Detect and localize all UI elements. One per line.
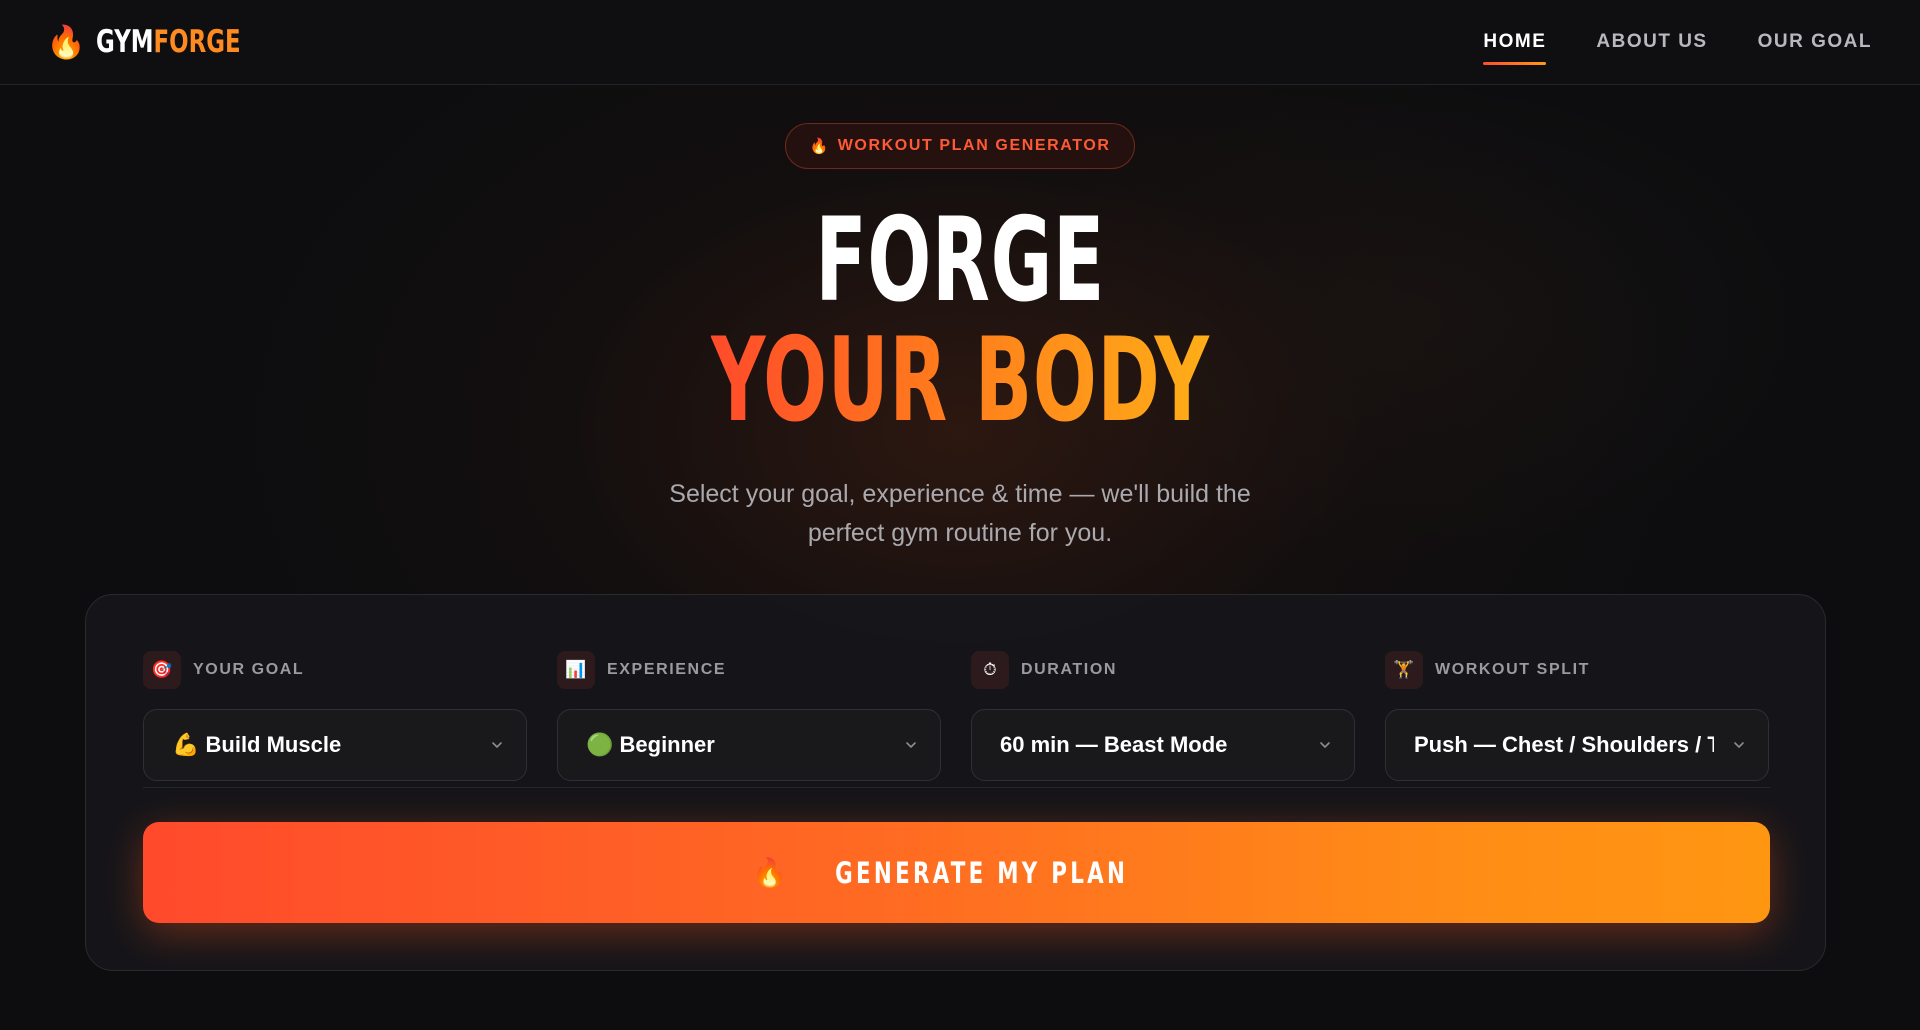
duration-select-value: 60 min — Beast Mode: [1000, 732, 1228, 757]
stopwatch-icon: ⏱: [971, 651, 1009, 689]
nav-links: HOME ABOUT US OUR GOAL: [1483, 0, 1872, 85]
chevron-down-icon: [906, 742, 916, 748]
goal-select[interactable]: 💪 Build Muscle: [143, 709, 527, 781]
weightlifter-icon: 🏋: [1385, 651, 1423, 689]
field-workout-split: 🏋 WORKOUT SPLIT Push — Chest / Shoulders…: [1385, 651, 1769, 781]
field-experience: 📊 EXPERIENCE 🟢 Beginner: [557, 651, 941, 781]
flame-icon: 🔥: [752, 857, 788, 888]
generate-plan-button[interactable]: 🔥 GENERATE MY PLAN: [143, 822, 1770, 923]
logo[interactable]: 🔥 GYMFORGE: [46, 24, 272, 60]
hero-title: FORGE YOUR BODY: [0, 169, 1920, 439]
field-label-experience: 📊 EXPERIENCE: [557, 651, 941, 689]
generate-plan-label: GENERATE MY PLAN: [835, 855, 1129, 890]
nav-link-about-us[interactable]: ABOUT US: [1596, 0, 1707, 85]
nav-link-our-goal[interactable]: OUR GOAL: [1758, 0, 1872, 85]
hero-subtitle: Select your goal, experience & time — we…: [669, 480, 1251, 547]
field-label-text: EXPERIENCE: [607, 661, 727, 678]
flame-icon: 🔥: [46, 24, 86, 60]
chevron-down-icon: [1734, 742, 1744, 748]
chart-icon: 📊: [557, 651, 595, 689]
page: 🔥 GYMFORGE HOME ABOUT US OUR GOAL 🔥 WORK…: [0, 0, 1920, 1030]
nav-link-home[interactable]: HOME: [1483, 0, 1547, 85]
logo-text-forge: FORGE: [153, 24, 241, 60]
field-label-text: YOUR GOAL: [193, 661, 305, 678]
goal-select-value: 💪 Build Muscle: [172, 732, 342, 757]
field-goal: 🎯 YOUR GOAL 💪 Build Muscle: [143, 651, 527, 781]
form-fields: 🎯 YOUR GOAL 💪 Build Muscle 📊 EXPERIENCE …: [143, 651, 1769, 781]
experience-select-value: 🟢 Beginner: [586, 732, 715, 757]
workout-split-select[interactable]: Push — Chest / Shoulders / Triceps: [1385, 709, 1769, 781]
field-label-workout-split: 🏋 WORKOUT SPLIT: [1385, 651, 1769, 689]
flame-icon: 🔥: [809, 138, 830, 155]
chevron-down-icon: [492, 742, 502, 748]
form-divider: [143, 787, 1770, 788]
field-label-text: DURATION: [1021, 661, 1118, 678]
experience-select[interactable]: 🟢 Beginner: [557, 709, 941, 781]
field-label-duration: ⏱ DURATION: [971, 651, 1355, 689]
hero-title-line2: YOUR BODY: [710, 313, 1210, 448]
logo-text-gym: GYM: [95, 24, 154, 60]
hero-badge-text: WORKOUT PLAN GENERATOR: [837, 137, 1111, 154]
hero: 🔥 WORKOUT PLAN GENERATOR FORGE YOUR BODY…: [0, 85, 1920, 553]
hero-badge: 🔥 WORKOUT PLAN GENERATOR: [785, 123, 1135, 169]
plan-form-card: 🎯 YOUR GOAL 💪 Build Muscle 📊 EXPERIENCE …: [85, 594, 1826, 971]
field-label-goal: 🎯 YOUR GOAL: [143, 651, 527, 689]
top-nav: 🔥 GYMFORGE HOME ABOUT US OUR GOAL: [0, 0, 1920, 85]
logo-text: GYMFORGE: [96, 24, 241, 60]
field-duration: ⏱ DURATION 60 min — Beast Mode: [971, 651, 1355, 781]
workout-split-select-value: Push — Chest / Shoulders / Triceps: [1414, 732, 1714, 757]
hero-title-line1: FORGE: [815, 193, 1105, 328]
target-icon: 🎯: [143, 651, 181, 689]
chevron-down-icon: [1320, 742, 1330, 748]
field-label-text: WORKOUT SPLIT: [1435, 661, 1591, 678]
duration-select[interactable]: 60 min — Beast Mode: [971, 709, 1355, 781]
